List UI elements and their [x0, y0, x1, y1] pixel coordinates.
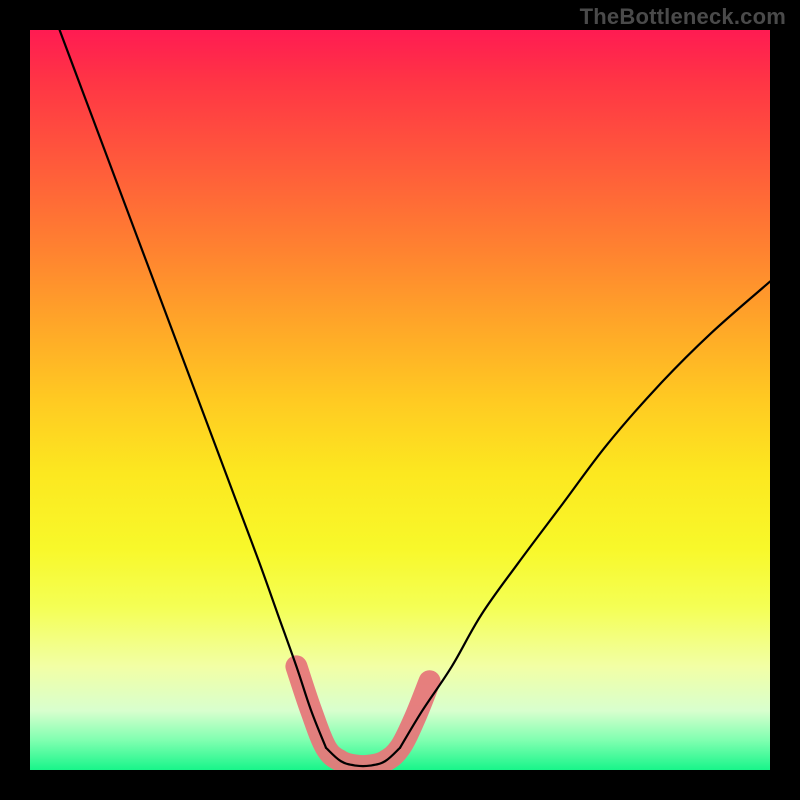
curve-left-branch: [60, 30, 326, 748]
valley-highlight: [296, 666, 429, 766]
chart-frame: TheBottleneck.com: [0, 0, 800, 800]
curve-layer: [30, 30, 770, 770]
plot-area: [30, 30, 770, 770]
curve-right-branch: [400, 282, 770, 748]
watermark-text: TheBottleneck.com: [580, 4, 786, 30]
